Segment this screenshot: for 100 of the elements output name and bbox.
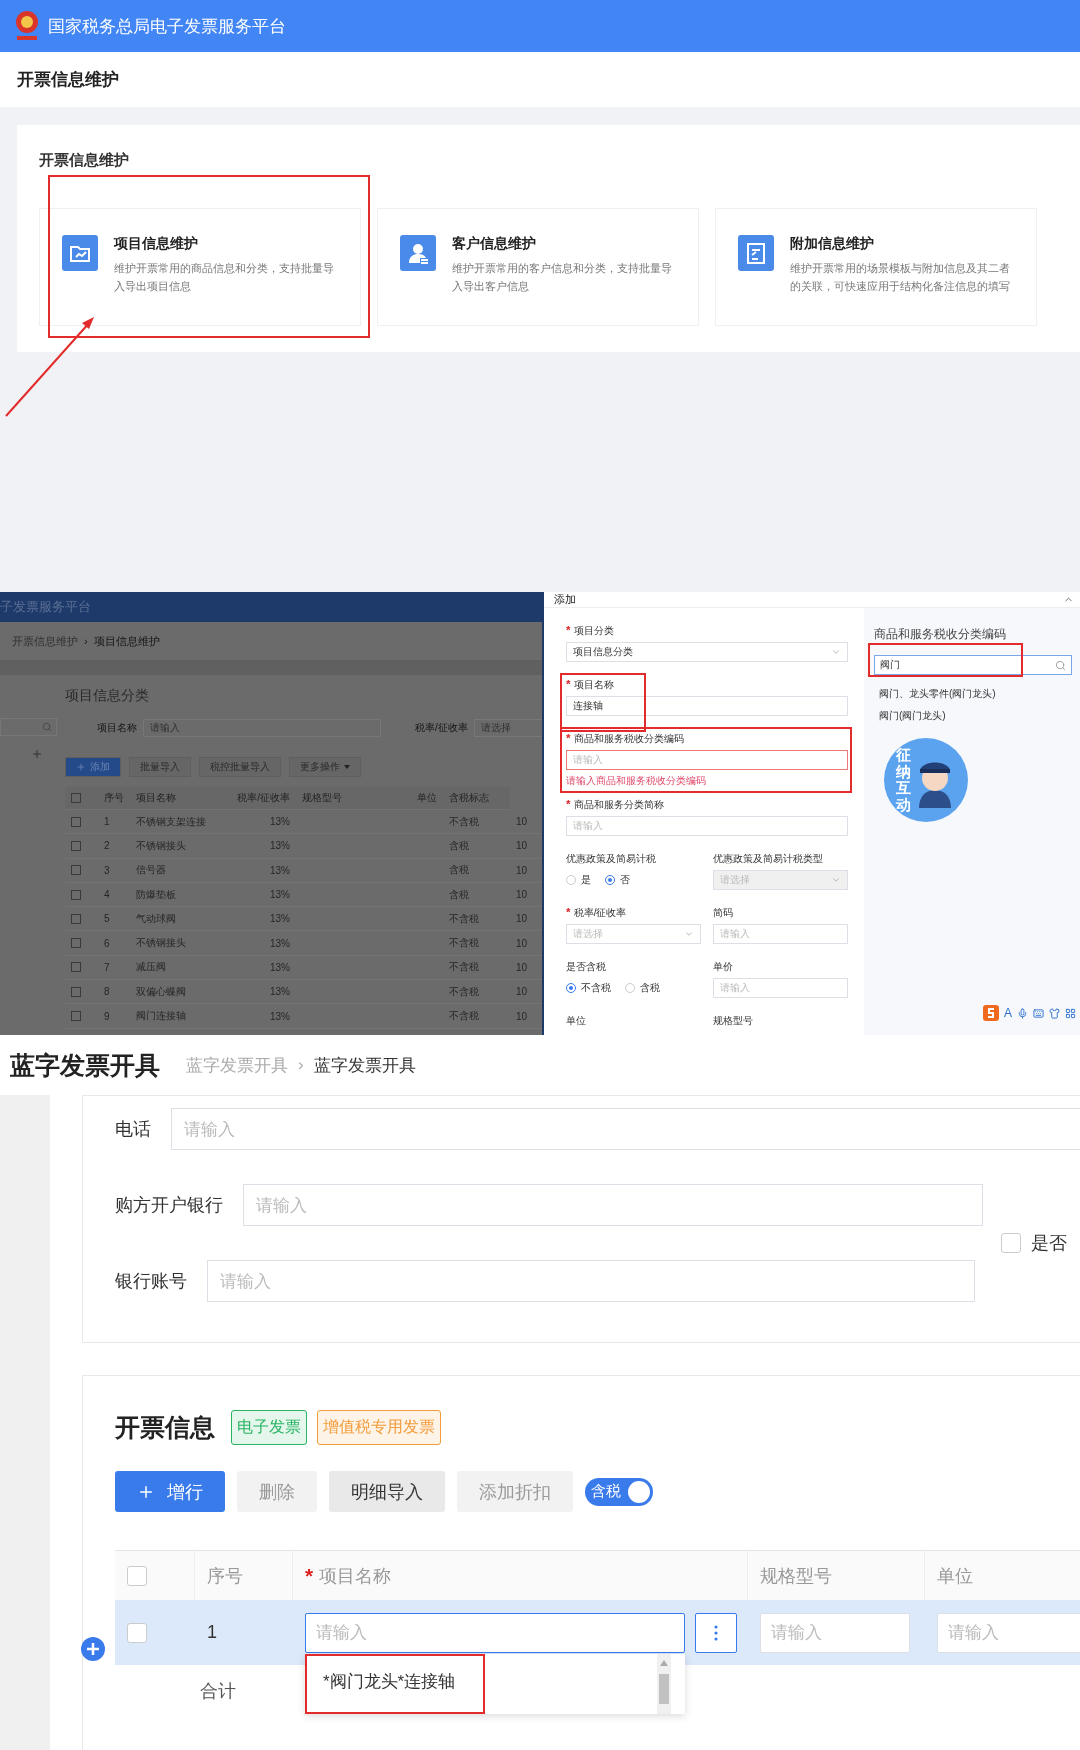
- breadcrumb-current: 蓝字发票开具: [313, 1054, 416, 1077]
- checkbox[interactable]: [71, 913, 81, 924]
- section-title: 项目信息分类: [65, 687, 150, 705]
- grid-icon[interactable]: [1065, 1007, 1076, 1019]
- scroll-up-icon[interactable]: [660, 1660, 668, 1666]
- card-title: 客户信息维护: [452, 235, 537, 253]
- scroll-thumb[interactable]: [659, 1674, 669, 1704]
- search-field[interactable]: 阀门: [874, 655, 1072, 675]
- chevron-icon: [684, 929, 694, 939]
- table-cell: 9: [98, 1004, 130, 1029]
- card-title: 项目信息维护: [114, 235, 199, 253]
- suggestion-item[interactable]: *阀门龙头*连接轴: [305, 1654, 486, 1714]
- input-field[interactable]: 请输入: [566, 816, 848, 836]
- field-label: 购方开户银行: [115, 1194, 223, 1217]
- table-cell: 8: [98, 980, 130, 1005]
- badge-text: 征纳互动: [896, 747, 911, 813]
- search-result[interactable]: 阀门、龙头零件(阀门龙头): [874, 687, 1072, 703]
- input-field[interactable]: 请输入: [305, 1612, 685, 1653]
- input-field[interactable]: 请输入: [207, 1260, 975, 1302]
- section-title: 开票信息: [115, 1412, 215, 1443]
- input-field[interactable]: 请输入: [566, 750, 848, 770]
- page-title: 开票信息维护: [17, 69, 119, 91]
- maintenance-card[interactable]: 附加信息维护 维护开票常用的场景模板与附加信息及其二者的关联，可快速应用于结构化备注信息的填写: [715, 208, 1037, 326]
- maintenance-card[interactable]: 项目信息维护 维护开票常用的商品信息和分类，支持批量导入导出项目信息: [39, 208, 361, 326]
- add-circle-icon[interactable]: [81, 1637, 105, 1661]
- table-cell: 不含税: [443, 1004, 510, 1029]
- search-result[interactable]: 阀门(阀门龙头): [874, 709, 1072, 725]
- table-cell: 13%: [223, 955, 296, 981]
- table-cell: 13%: [223, 931, 296, 956]
- table-cell: 4: [98, 882, 130, 908]
- input-field[interactable]: 请输入: [713, 978, 848, 998]
- checkbox[interactable]: [71, 840, 81, 851]
- column-header: * 项目名称: [293, 1550, 748, 1600]
- table-cell: 阀门连接轴: [130, 1004, 223, 1029]
- document-icon: [738, 235, 774, 271]
- invoice-type-tag: 电子发票: [231, 1410, 307, 1445]
- table-cell: 双偏心蝶阀: [130, 980, 223, 1005]
- radio-option[interactable]: 含税: [625, 981, 660, 995]
- table-cell: 7: [98, 955, 130, 981]
- keyboard-icon[interactable]: [1033, 1007, 1044, 1019]
- table-cell: 不锈钢接头: [130, 931, 223, 956]
- more-button[interactable]: [695, 1612, 737, 1653]
- field-label: * 税率/征收率: [566, 906, 628, 920]
- error-message: 请输入商品和服务税收分类编码: [566, 774, 707, 788]
- filter-label: 项目名称: [97, 721, 137, 735]
- table-cell: 防爆垫板: [130, 882, 223, 908]
- tree-search-field[interactable]: [0, 718, 57, 736]
- card-description: 维护开票常用的商品信息和分类，支持批量导入导出项目信息: [114, 261, 335, 294]
- table-cell: 5: [98, 907, 130, 932]
- column-header: 项目名称: [130, 787, 223, 810]
- checkbox[interactable]: [71, 889, 81, 900]
- maintenance-card[interactable]: 客户信息维护 维护开票常用的客户信息和分类，支持批量导入导出客户信息: [377, 208, 699, 326]
- table-cell: 13%: [223, 907, 296, 932]
- invoice-type-tag: 增值税专用发票: [317, 1410, 441, 1445]
- checkbox[interactable]: [71, 962, 81, 973]
- select-field[interactable]: 项目信息分类: [566, 642, 848, 662]
- radio-option[interactable]: 不含税: [566, 981, 611, 995]
- table-cell: 含税: [443, 834, 510, 859]
- add-button[interactable]: 添加: [65, 757, 121, 777]
- checkbox[interactable]: [71, 865, 81, 876]
- caret-icon: [344, 765, 350, 769]
- input-field[interactable]: 请输入: [243, 1184, 983, 1226]
- radio-option[interactable]: 是: [566, 873, 591, 887]
- input-field[interactable]: 连接轴: [566, 696, 848, 716]
- panel-title: 开票信息维护: [39, 151, 130, 170]
- checkbox[interactable]: [71, 816, 81, 827]
- table-cell: 13%: [223, 858, 296, 883]
- input-field[interactable]: 请输入: [760, 1612, 910, 1653]
- tax-toggle[interactable]: 含税: [585, 1477, 653, 1506]
- toolbar-button[interactable]: 明细导入: [329, 1471, 445, 1512]
- table-cell: 13%: [223, 834, 296, 859]
- add-icon[interactable]: [31, 748, 43, 760]
- page-title: 蓝字发票开具: [10, 1049, 160, 1081]
- table-cell: 不含税: [443, 955, 510, 981]
- checkbox[interactable]: [71, 793, 81, 803]
- table-cell: 1: [195, 1600, 293, 1665]
- shirt-icon[interactable]: [1049, 1007, 1060, 1019]
- field-label: 单位: [566, 1014, 587, 1028]
- breadcrumb-separator: ›: [84, 635, 88, 647]
- table-cell: 含税: [443, 882, 510, 908]
- field-label: 银行账号: [115, 1270, 187, 1293]
- radio-option[interactable]: 否: [605, 873, 630, 887]
- table-cell: 不含税: [443, 980, 510, 1005]
- checkbox[interactable]: [71, 938, 81, 949]
- checkbox[interactable]: [71, 1011, 81, 1021]
- field-label: 是否含税: [566, 960, 607, 974]
- checkbox[interactable]: [71, 986, 81, 997]
- table-cell: 13%: [223, 882, 296, 908]
- breadcrumb-link[interactable]: 蓝字发票开具: [186, 1053, 288, 1077]
- mic-icon[interactable]: [1017, 1007, 1028, 1019]
- table-cell: 不含税: [443, 907, 510, 932]
- input-field[interactable]: 请输入: [171, 1108, 1080, 1150]
- input-field[interactable]: 请输入: [713, 924, 848, 944]
- table-cell: 1: [98, 810, 130, 835]
- add-row-button[interactable]: 增行: [115, 1471, 225, 1512]
- breadcrumb-separator: ›: [298, 1055, 304, 1075]
- table-cell: 气动球阀: [130, 907, 223, 932]
- select-field[interactable]: 请选择: [566, 924, 701, 944]
- search-icon: [42, 722, 52, 732]
- input-field[interactable]: 请输入: [937, 1612, 1080, 1653]
